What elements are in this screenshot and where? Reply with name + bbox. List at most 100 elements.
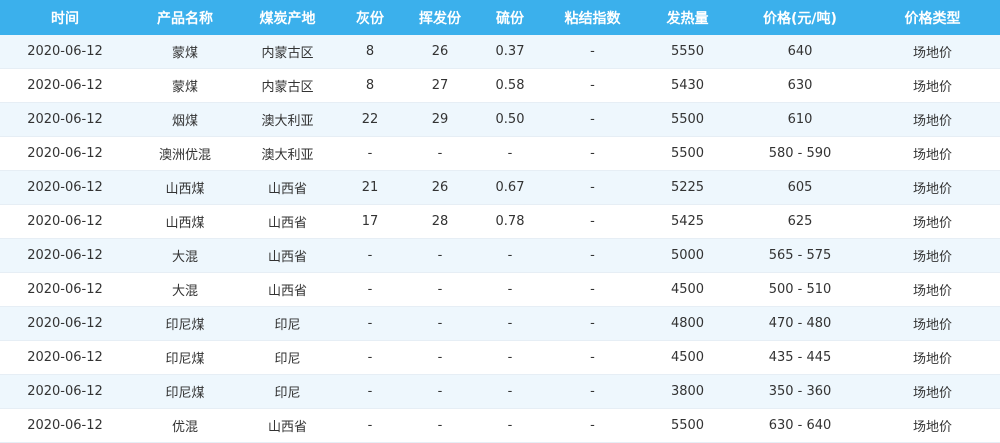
cell-price-type: 场地价	[865, 68, 1000, 103]
cell-volatile: 29	[405, 102, 475, 137]
cell-volatile: -	[405, 340, 475, 375]
cell-date: 2020-06-12	[0, 238, 130, 273]
cell-sulfur: -	[475, 340, 545, 375]
header-ash: 灰份	[335, 0, 405, 35]
cell-origin: 山西省	[240, 238, 335, 273]
cell-calorific-value: 5550	[640, 35, 735, 69]
table-row: 2020-06-12 山西煤 山西省 21 26 0.67-5225 605 场地价	[0, 170, 1000, 205]
cell-volatile: 26	[405, 35, 475, 69]
header-price-type: 价格类型	[865, 0, 1000, 35]
cell-product-name: 大混	[130, 272, 240, 307]
cell-origin: 山西省	[240, 204, 335, 239]
header-price: 价格(元/吨)	[735, 0, 865, 35]
cell-ash: 22	[335, 102, 405, 137]
cell-price: 435 - 445	[735, 340, 865, 375]
cell-ash: -	[335, 374, 405, 409]
cell-product-name: 蒙煤	[130, 68, 240, 103]
cell-origin: 山西省	[240, 408, 335, 443]
cell-calorific-value: 5500	[640, 102, 735, 137]
cell-product-name: 印尼煤	[130, 340, 240, 375]
cell-price: 580 - 590	[735, 136, 865, 171]
cell-price: 565 - 575	[735, 238, 865, 273]
cell-ash: -	[335, 272, 405, 307]
cell-product-name: 大混	[130, 238, 240, 273]
cell-price-type: 场地价	[865, 408, 1000, 443]
table-row: 2020-06-12 澳洲优混 澳大利亚 - - - -5500 580 - 590 场地价	[0, 136, 1000, 171]
cell-volatile: -	[405, 136, 475, 171]
cell-caking-index: -	[545, 204, 640, 239]
cell-ash: -	[335, 136, 405, 171]
cell-price-type: 场地价	[865, 204, 1000, 239]
cell-date: 2020-06-12	[0, 408, 130, 443]
header-product-name: 产品名称	[130, 0, 240, 35]
cell-origin: 澳大利亚	[240, 136, 335, 171]
cell-caking-index: -	[545, 272, 640, 307]
cell-calorific-value: 4500	[640, 272, 735, 307]
cell-price: 630	[735, 68, 865, 103]
cell-caking-index: -	[545, 102, 640, 137]
cell-price-type: 场地价	[865, 340, 1000, 375]
cell-price: 500 - 510	[735, 272, 865, 307]
cell-product-name: 蒙煤	[130, 35, 240, 69]
cell-volatile: 28	[405, 204, 475, 239]
cell-ash: -	[335, 340, 405, 375]
cell-ash: 8	[335, 35, 405, 69]
table-row: 2020-06-12 印尼煤 印尼 - - - -3800 350 - 360 场地价	[0, 374, 1000, 409]
cell-volatile: 26	[405, 170, 475, 205]
cell-price: 470 - 480	[735, 306, 865, 341]
cell-product-name: 烟煤	[130, 102, 240, 137]
header-caking-index: 粘结指数	[545, 0, 640, 35]
table-row: 2020-06-12 烟煤 澳大利亚 22 29 0.50-5500 610 场地价	[0, 102, 1000, 137]
header-volatile: 挥发份	[405, 0, 475, 35]
cell-price-type: 场地价	[865, 306, 1000, 341]
cell-product-name: 澳洲优混	[130, 136, 240, 171]
cell-sulfur: 0.58	[475, 68, 545, 103]
table-body: 2020-06-12 蒙煤 内蒙古区 8 26 0.37-5550 640 场地价 2020-0…	[0, 35, 1000, 443]
cell-product-name: 优混	[130, 408, 240, 443]
cell-calorific-value: 5500	[640, 408, 735, 443]
cell-product-name: 印尼煤	[130, 374, 240, 409]
cell-price-type: 场地价	[865, 136, 1000, 171]
cell-sulfur: -	[475, 374, 545, 409]
cell-caking-index: -	[545, 306, 640, 341]
cell-sulfur: -	[475, 408, 545, 443]
cell-sulfur: -	[475, 272, 545, 307]
cell-origin: 内蒙古区	[240, 35, 335, 69]
header-row: 时间 产品名称 煤炭产地 灰份 挥发份 硫份 粘结指数 发热量 价格(元/吨) …	[0, 0, 1000, 35]
cell-ash: 8	[335, 68, 405, 103]
cell-price: 625	[735, 204, 865, 239]
cell-ash: 21	[335, 170, 405, 205]
cell-date: 2020-06-12	[0, 374, 130, 409]
cell-date: 2020-06-12	[0, 340, 130, 375]
header-origin: 煤炭产地	[240, 0, 335, 35]
cell-price-type: 场地价	[865, 102, 1000, 137]
cell-caking-index: -	[545, 68, 640, 103]
table-row: 2020-06-12 大混 山西省 - - - -5000 565 - 575 场地价	[0, 238, 1000, 273]
cell-calorific-value: 5500	[640, 136, 735, 171]
cell-date: 2020-06-12	[0, 306, 130, 341]
header-calorific-value: 发热量	[640, 0, 735, 35]
cell-caking-index: -	[545, 136, 640, 171]
cell-caking-index: -	[545, 35, 640, 69]
cell-ash: -	[335, 408, 405, 443]
cell-volatile: -	[405, 374, 475, 409]
cell-ash: 17	[335, 204, 405, 239]
cell-volatile: -	[405, 272, 475, 307]
cell-volatile: -	[405, 306, 475, 341]
cell-caking-index: -	[545, 170, 640, 205]
cell-price: 350 - 360	[735, 374, 865, 409]
cell-price: 630 - 640	[735, 408, 865, 443]
cell-date: 2020-06-12	[0, 170, 130, 205]
cell-sulfur: 0.67	[475, 170, 545, 205]
table-row: 2020-06-12 山西煤 山西省 17 28 0.78-5425 625 场地价	[0, 204, 1000, 239]
cell-origin: 印尼	[240, 340, 335, 375]
cell-product-name: 印尼煤	[130, 306, 240, 341]
cell-price: 640	[735, 35, 865, 69]
header-date: 时间	[0, 0, 130, 35]
cell-product-name: 山西煤	[130, 170, 240, 205]
cell-date: 2020-06-12	[0, 136, 130, 171]
cell-origin: 山西省	[240, 170, 335, 205]
table-row: 2020-06-12 大混 山西省 - - - -4500 500 - 510 场地价	[0, 272, 1000, 307]
cell-sulfur: -	[475, 136, 545, 171]
cell-caking-index: -	[545, 340, 640, 375]
